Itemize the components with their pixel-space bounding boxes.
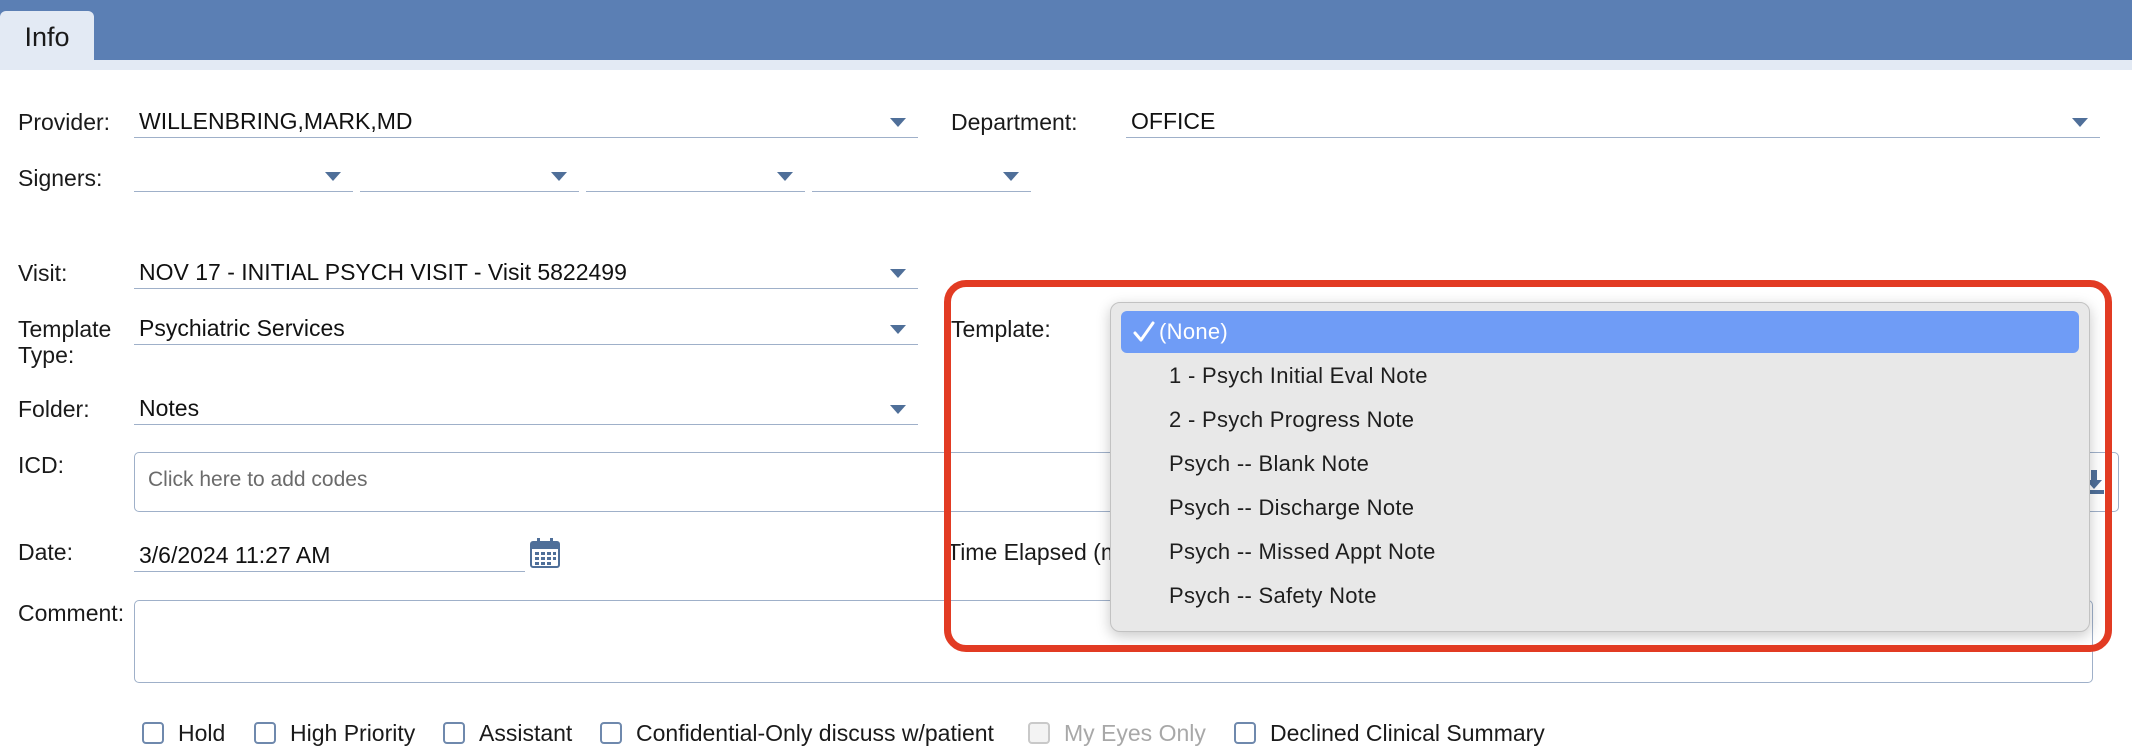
hold-label: Hold — [178, 720, 226, 746]
template-type-label-line2: Type: — [18, 342, 75, 368]
chevron-down-icon — [325, 172, 341, 181]
template-type-value: Psychiatric Services — [139, 315, 345, 341]
my-eyes-only-label: My Eyes Only — [1064, 720, 1206, 746]
my-eyes-only-checkbox — [1028, 722, 1050, 744]
provider-value: WILLENBRING,MARK,MD — [139, 108, 413, 134]
chevron-down-icon — [890, 405, 906, 414]
chevron-down-icon — [890, 269, 906, 278]
confidential-checkbox[interactable] — [600, 722, 622, 744]
chevron-down-icon — [1003, 172, 1019, 181]
visit-select[interactable]: NOV 17 - INITIAL PSYCH VISIT - Visit 582… — [134, 255, 918, 289]
signer-select-3[interactable] — [586, 158, 805, 192]
provider-select[interactable]: WILLENBRING,MARK,MD — [134, 104, 918, 138]
signers-label: Signers: — [18, 165, 103, 191]
template-type-select[interactable]: Psychiatric Services — [134, 311, 918, 345]
visit-label: Visit: — [18, 260, 68, 286]
signer-select-4[interactable] — [812, 158, 1031, 192]
signer-select-2[interactable] — [360, 158, 579, 192]
options-row: Hold High Priority Assistant Confidentia… — [140, 720, 1700, 750]
annotation-highlight-box — [944, 280, 2112, 652]
comment-label: Comment: — [18, 600, 125, 626]
template-type-label-line1: Template — [18, 316, 112, 342]
icd-placeholder: Click here to add codes — [148, 468, 368, 491]
folder-value: Notes — [139, 395, 200, 421]
visit-value: NOV 17 - INITIAL PSYCH VISIT - Visit 582… — [139, 259, 627, 285]
tab-info[interactable]: Info — [0, 11, 94, 63]
chevron-down-icon — [2072, 118, 2088, 127]
declined-summary-checkbox[interactable] — [1234, 722, 1256, 744]
department-label: Department: — [951, 109, 1078, 135]
chevron-down-icon — [890, 118, 906, 127]
high-priority-label: High Priority — [290, 720, 416, 746]
folder-select[interactable]: Notes — [134, 391, 918, 425]
date-label: Date: — [18, 539, 73, 565]
chevron-down-icon — [777, 172, 793, 181]
assistant-checkbox[interactable] — [443, 722, 465, 744]
header-strip — [0, 60, 2132, 70]
high-priority-checkbox[interactable] — [254, 722, 276, 744]
calendar-icon[interactable] — [530, 538, 560, 568]
declined-summary-label: Declined Clinical Summary — [1270, 720, 1545, 746]
header-bar — [0, 0, 2132, 60]
chevron-down-icon — [551, 172, 567, 181]
icd-label: ICD: — [18, 452, 64, 478]
department-select[interactable]: OFFICE — [1126, 104, 2100, 138]
department-value: OFFICE — [1131, 108, 1216, 134]
assistant-label: Assistant — [479, 720, 573, 746]
date-input[interactable]: 3/6/2024 11:27 AM — [134, 538, 525, 572]
provider-label: Provider: — [18, 109, 111, 135]
hold-checkbox[interactable] — [142, 722, 164, 744]
folder-label: Folder: — [18, 396, 90, 422]
signer-select-1[interactable] — [134, 158, 353, 192]
chevron-down-icon — [890, 325, 906, 334]
date-value: 3/6/2024 11:27 AM — [139, 542, 331, 568]
confidential-label: Confidential-Only discuss w/patient — [636, 720, 994, 746]
